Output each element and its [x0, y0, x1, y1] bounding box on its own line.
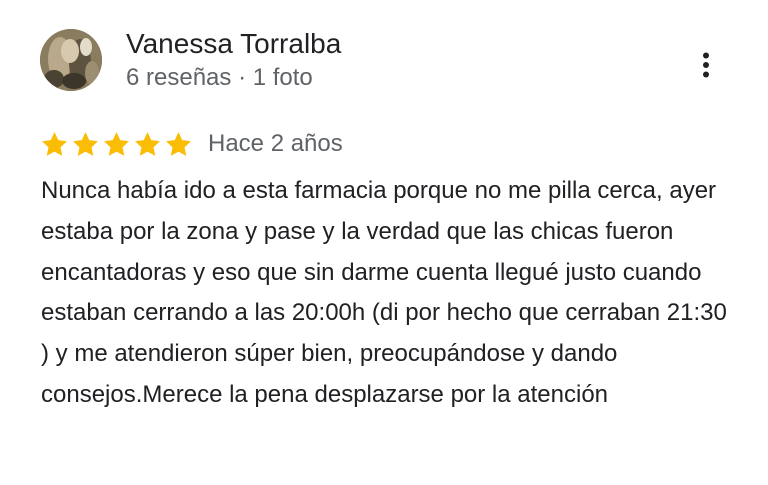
review-card: Vanessa Torralba 6 reseñas · 1 foto Hace… [0, 0, 768, 485]
star-icon [166, 131, 191, 156]
rating-row: Hace 2 años [40, 128, 343, 160]
review-date: Hace 2 años [208, 130, 343, 157]
more-vert-icon [703, 52, 709, 78]
reviewer-avatar[interactable] [40, 29, 102, 91]
reviewer-meta[interactable]: 6 reseñas · 1 foto [126, 63, 313, 93]
avatar-photo-icon [40, 29, 102, 91]
star-icon [42, 131, 67, 156]
star-icon [104, 131, 129, 156]
star-rating [40, 130, 195, 159]
star-icon [135, 131, 160, 156]
reviewer-name[interactable]: Vanessa Torralba [126, 27, 341, 61]
more-options-button[interactable] [690, 48, 722, 82]
star-icon [73, 131, 98, 156]
review-text: Nunca había ido a esta farmacia porque n… [41, 177, 727, 408]
